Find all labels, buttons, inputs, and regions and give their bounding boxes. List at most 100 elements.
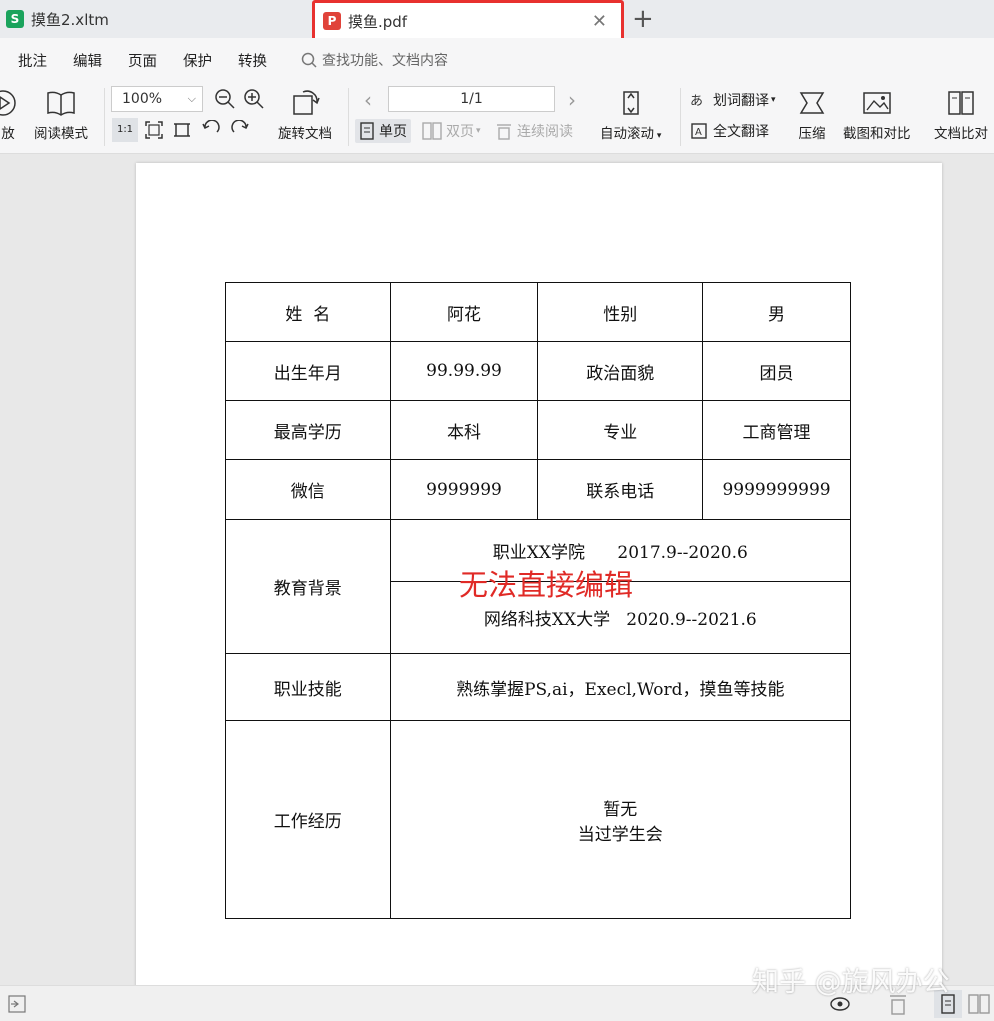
svg-text:あ: あ: [690, 94, 703, 109]
zoom-out-icon[interactable]: [214, 88, 236, 110]
play-label: 放: [1, 126, 15, 142]
single-page-label: 单页: [379, 124, 407, 140]
zoom-select[interactable]: 100% ⌵: [111, 86, 203, 112]
tab-label: 摸鱼.pdf: [348, 12, 408, 31]
birth-value: 99.99.99: [389, 341, 539, 401]
double-page-label: 双页: [446, 124, 474, 140]
phone-label: 联系电话: [537, 459, 704, 520]
doc-compare-icon: [948, 91, 974, 115]
tab-bar: S 摸鱼2.xltm P 摸鱼.pdf ✕ +: [0, 0, 994, 42]
name-label: 姓 名: [225, 282, 391, 342]
major-value: 工商管理: [702, 400, 851, 460]
table-row: 姓 名 阿花 性别 男: [225, 282, 851, 342]
exit-icon[interactable]: [8, 995, 26, 1013]
menu-bar: 批注 编辑 页面 保护 转换 查找功能、文档内容: [0, 38, 994, 82]
auto-scroll-text: 自动滚动: [600, 126, 654, 142]
gender-value: 男: [702, 282, 851, 342]
chevron-down-icon: ▾: [654, 131, 662, 141]
play-button[interactable]: 放: [0, 88, 18, 142]
actual-size-icon[interactable]: 1:1: [112, 118, 138, 142]
compress-button[interactable]: 压缩: [797, 88, 827, 142]
chevron-down-icon: ⌵: [187, 92, 196, 105]
work-value: 暂无 当过学生会: [389, 720, 852, 919]
gender-label: 性别: [537, 282, 704, 342]
rotate-document-icon: [293, 90, 320, 115]
table-row: 最高学历 本科 专业 工商管理: [225, 400, 851, 460]
screenshot-icon: [863, 92, 891, 114]
single-page-icon: [360, 122, 374, 140]
tab-xltm[interactable]: S 摸鱼2.xltm: [6, 0, 306, 38]
tab-label: 摸鱼2.xltm: [31, 10, 109, 29]
rotate-document-label: 旋转文档: [278, 126, 332, 142]
skills-label: 职业技能: [225, 653, 391, 721]
name-value: 阿花: [389, 282, 539, 342]
compress-label: 压缩: [798, 126, 826, 142]
translate-icon: あ: [690, 94, 703, 109]
next-page-icon[interactable]: ›: [568, 88, 576, 112]
menu-annotate[interactable]: 批注: [18, 50, 47, 71]
watermark: 知乎 @旋风办公: [752, 967, 950, 998]
pdf-icon: P: [323, 12, 341, 30]
word-translate-label: 划词翻译: [713, 93, 769, 109]
work-line-1: 暂无: [603, 799, 638, 820]
menu-edit[interactable]: 编辑: [73, 50, 102, 71]
tab-pdf-active[interactable]: P 摸鱼.pdf ✕: [312, 0, 624, 42]
full-translate-button[interactable]: A 全文翻译: [690, 121, 769, 141]
fit-page-icon[interactable]: [144, 120, 164, 140]
rotate-document-button[interactable]: 旋转文档: [278, 88, 332, 142]
toolbar: 放 阅读模式 100% ⌵ 1:1 旋转文档 ‹ 1/1 › 单页 双页 ▾ 连…: [0, 82, 994, 154]
compress-icon: [799, 92, 825, 114]
read-mode-label: 阅读模式: [34, 126, 88, 142]
menu-page[interactable]: 页面: [128, 50, 157, 71]
prev-page-icon[interactable]: ‹: [364, 88, 372, 112]
birth-label: 出生年月: [225, 341, 391, 401]
continuous-read-icon: [497, 124, 511, 140]
edu-bg-label: 教育背景: [225, 519, 391, 654]
zoom-in-icon[interactable]: [243, 88, 265, 110]
auto-scroll-button[interactable]: 自动滚动 ▾: [600, 88, 661, 142]
politics-value: 团员: [702, 341, 851, 401]
single-page-button[interactable]: 单页: [355, 119, 411, 143]
table-row: 工作经历 暂无 当过学生会: [225, 720, 852, 919]
rotate-right-icon[interactable]: [230, 120, 250, 140]
double-page-icon: [422, 122, 442, 140]
auto-scroll-icon: [622, 91, 639, 115]
continuous-read-label: 连续阅读: [517, 124, 573, 140]
separator: [348, 88, 349, 146]
menu-protect[interactable]: 保护: [183, 50, 212, 71]
rotate-left-icon[interactable]: [201, 120, 221, 140]
cannot-edit-annotation: 无法直接编辑: [459, 568, 634, 602]
spreadsheet-icon: S: [6, 10, 24, 28]
search-icon: [301, 52, 317, 68]
wechat-value: 9999999: [389, 459, 539, 520]
table-row: 微信 9999999 联系电话 9999999999: [225, 459, 851, 520]
doc-compare-button[interactable]: 文档比对: [934, 88, 988, 142]
book-icon: [47, 91, 75, 116]
feature-search[interactable]: 查找功能、文档内容: [301, 50, 448, 70]
read-mode-button[interactable]: 阅读模式: [34, 88, 88, 142]
full-translate-icon: A: [691, 123, 707, 139]
play-icon: [0, 90, 16, 116]
doc-compare-label: 文档比对: [934, 126, 988, 142]
fit-width-icon[interactable]: [172, 120, 192, 140]
double-page-button[interactable]: 双页 ▾: [422, 121, 481, 141]
screenshot-compare-button[interactable]: 截图和对比: [843, 88, 911, 142]
politics-label: 政治面貌: [537, 341, 704, 401]
wechat-label: 微信: [225, 459, 391, 520]
close-icon[interactable]: ✕: [592, 11, 607, 32]
menu-convert[interactable]: 转换: [238, 50, 267, 71]
chevron-down-icon: ▾: [771, 95, 776, 105]
table-row: 出生年月 99.99.99 政治面貌 团员: [225, 341, 851, 401]
continuous-read-button[interactable]: 连续阅读: [495, 121, 573, 141]
full-translate-label: 全文翻译: [713, 124, 769, 140]
phone-value: 9999999999: [702, 459, 851, 520]
separator: [104, 88, 105, 146]
chevron-down-icon: ▾: [476, 126, 481, 136]
zoom-value: 100%: [122, 91, 163, 107]
svg-text:A: A: [695, 127, 702, 138]
separator: [680, 88, 681, 146]
page-number-input[interactable]: 1/1: [388, 86, 555, 112]
new-tab-icon[interactable]: +: [632, 4, 654, 34]
word-translate-button[interactable]: あ 划词翻译 ▾: [690, 90, 776, 110]
double-view-icon[interactable]: [968, 994, 990, 1016]
